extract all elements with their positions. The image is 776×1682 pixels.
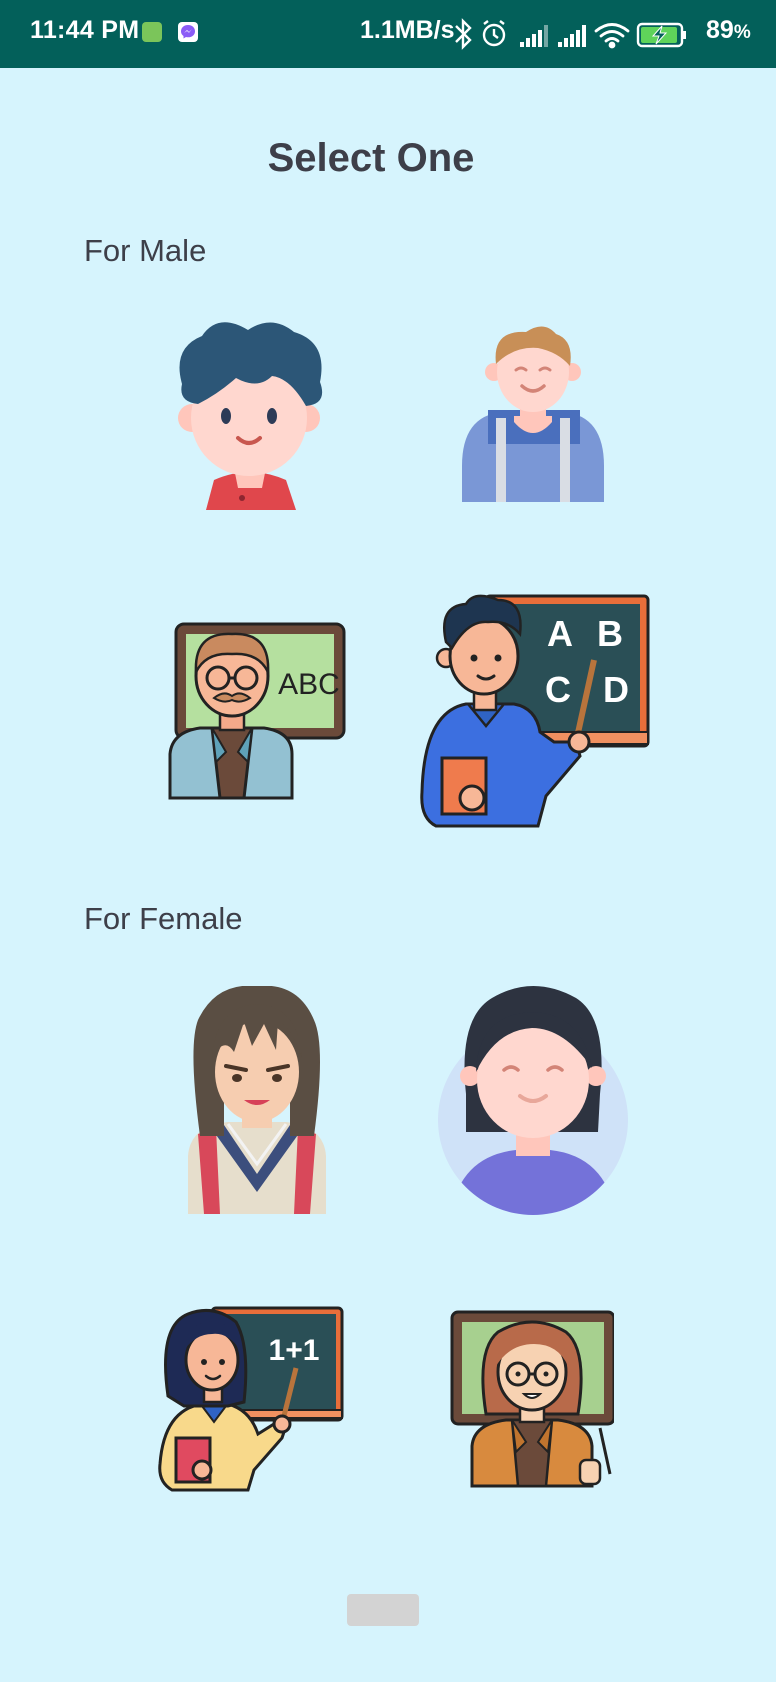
blackboard-text: ABC <box>278 668 340 701</box>
chalk-a: A <box>547 613 573 654</box>
status-time: 11:44 PM <box>30 16 140 44</box>
page-title: Select One <box>267 136 475 180</box>
app-icon <box>142 22 162 42</box>
chalk-b: B <box>597 613 623 654</box>
alarm-icon <box>482 20 506 47</box>
chalk-math: 1+1 <box>269 1334 320 1367</box>
chalk-d: D <box>603 669 629 710</box>
signal-icon <box>520 25 548 47</box>
status-bar: 11:44 PM 1.1MB/s 89% <box>0 0 776 68</box>
avatar-woman-circle[interactable] <box>436 984 630 1216</box>
navigation-handle[interactable] <box>347 1594 419 1626</box>
avatar-student-backpack[interactable] <box>462 326 604 502</box>
network-speed: 1.1MB/s <box>360 16 455 44</box>
wifi-icon <box>594 23 630 49</box>
bluetooth-icon <box>455 18 472 50</box>
messenger-icon <box>178 22 198 42</box>
battery-unit: % <box>733 22 751 43</box>
avatar-female-teacher-glasses[interactable] <box>450 1310 614 1488</box>
battery-charging-icon <box>636 22 686 48</box>
battery-percentage: 89% <box>706 16 751 45</box>
battery-value: 89 <box>706 16 734 44</box>
avatar-girl-school-uniform[interactable] <box>182 986 332 1214</box>
section-label-female: For Female <box>84 901 243 936</box>
avatar-boy-curly-hair[interactable] <box>172 318 328 510</box>
avatar-teacher-pointer-abc[interactable]: A B C D <box>416 592 650 828</box>
signal-icon <box>558 25 586 47</box>
avatar-teacher-glasses-blackboard[interactable]: ABC <box>168 622 346 800</box>
status-icons <box>455 18 686 50</box>
chalk-c: C <box>545 669 571 710</box>
section-label-male: For Male <box>84 233 207 268</box>
avatar-female-teacher-blackboard[interactable]: 1+1 <box>158 1306 344 1492</box>
